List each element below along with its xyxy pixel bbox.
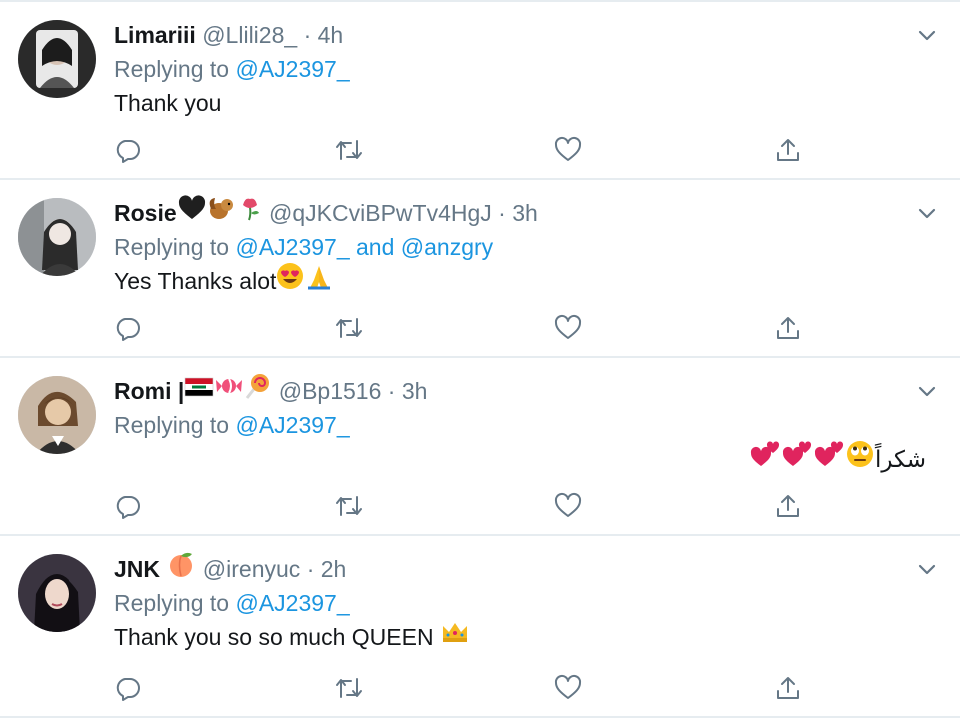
candy-emoji xyxy=(214,373,244,408)
retweet-icon[interactable] xyxy=(334,136,364,166)
tweet-actions xyxy=(114,314,814,344)
separator-dot: · xyxy=(303,22,312,48)
tweet-content: JNK @irenyuc · 2h Replying to @AJ2397_ T… xyxy=(114,552,940,654)
share-icon[interactable] xyxy=(774,674,804,704)
tweet-actions xyxy=(114,492,814,522)
replying-to: Replying to @AJ2397_ xyxy=(114,586,940,620)
user-handle[interactable]: @Bp1516 xyxy=(279,378,382,404)
reply-tweet[interactable]: Romi | @Bp1516 · 3h Replying to @AJ2397_… xyxy=(0,358,960,536)
mention-link[interactable]: @AJ2397_ xyxy=(235,234,349,260)
replying-to-label: Replying to xyxy=(114,590,230,616)
chevron-down-icon[interactable] xyxy=(916,380,938,402)
replying-to-label: Replying to xyxy=(114,234,230,260)
display-name[interactable]: Romi | xyxy=(114,378,184,404)
tweet-content: Limariii @Llili28_ · 4h Replying to @AJ2… xyxy=(114,18,940,120)
avatar-photo xyxy=(18,20,96,98)
like-icon[interactable] xyxy=(554,136,584,166)
reply-icon[interactable] xyxy=(114,314,144,344)
like-icon[interactable] xyxy=(554,314,584,344)
replies-feed: Limariii @Llili28_ · 4h Replying to @AJ2… xyxy=(0,0,960,718)
crown-emoji xyxy=(440,619,470,654)
display-name[interactable]: Rosie xyxy=(114,200,177,226)
avatar[interactable] xyxy=(18,20,96,98)
display-name[interactable]: JNK xyxy=(114,556,160,582)
tweet-actions xyxy=(114,136,814,166)
mention-link[interactable]: @AJ2397_ xyxy=(235,56,349,82)
two-hearts-emoji xyxy=(781,440,813,477)
avatar-photo xyxy=(18,376,96,454)
tweet-text: Thank you xyxy=(114,90,222,116)
avatar[interactable] xyxy=(18,376,96,454)
iraq-flag-emoji xyxy=(184,374,214,408)
reply-icon[interactable] xyxy=(114,674,144,704)
avatar-photo xyxy=(18,198,96,276)
tweet-header: Limariii @Llili28_ · 4h xyxy=(114,18,940,52)
reply-tweet[interactable]: JNK @irenyuc · 2h Replying to @AJ2397_ T… xyxy=(0,536,960,718)
mention-joiner: and xyxy=(356,234,395,260)
tweet-text-body: شكراً xyxy=(874,446,926,472)
tweet-text: Yes Thanks alot xyxy=(114,262,940,299)
timestamp[interactable]: 3h xyxy=(512,200,538,226)
tweet-text: Thank you so so much QUEEN xyxy=(114,620,940,654)
reply-tweet[interactable]: Limariii @Llili28_ · 4h Replying to @AJ2… xyxy=(0,2,960,180)
reply-tweet[interactable]: Rosie @qJKCviBPwTv4HgJ · 3h Replying to … xyxy=(0,180,960,358)
tweet-header: JNK @irenyuc · 2h xyxy=(114,552,940,586)
replying-to: Replying to @AJ2397_ xyxy=(114,408,940,442)
share-icon[interactable] xyxy=(774,136,804,166)
timestamp[interactable]: 2h xyxy=(321,556,347,582)
tweet-text-body: Thank you so so much QUEEN xyxy=(114,624,434,650)
chipmunk-emoji xyxy=(207,195,237,230)
avatar[interactable] xyxy=(18,554,96,632)
reply-icon[interactable] xyxy=(114,492,144,522)
separator-dot: · xyxy=(306,556,315,582)
chevron-down-icon[interactable] xyxy=(916,24,938,46)
replying-to-label: Replying to xyxy=(114,412,230,438)
separator-dot: · xyxy=(498,200,506,226)
chevron-down-icon[interactable] xyxy=(916,558,938,580)
two-hearts-emoji xyxy=(813,440,845,477)
rose-emoji xyxy=(237,195,263,230)
tweet-content: Romi | @Bp1516 · 3h Replying to @AJ2397_… xyxy=(114,374,940,476)
folded-hands-emoji xyxy=(304,262,334,299)
two-hearts-emoji xyxy=(749,440,781,477)
user-handle[interactable]: @qJKCviBPwTv4HgJ xyxy=(269,200,492,226)
replying-to: Replying to @AJ2397_ and @anzgry xyxy=(114,230,940,264)
like-icon[interactable] xyxy=(554,674,584,704)
user-handle[interactable]: @Llili28_ xyxy=(202,22,297,48)
separator-dot: · xyxy=(387,378,396,404)
lollipop-emoji xyxy=(244,372,272,409)
mention-link[interactable]: @AJ2397_ xyxy=(235,412,349,438)
timestamp[interactable]: 3h xyxy=(402,378,428,404)
chevron-down-icon[interactable] xyxy=(916,202,938,224)
avatar[interactable] xyxy=(18,198,96,276)
heart-eyes-emoji xyxy=(276,262,304,299)
replying-to: Replying to @AJ2397_ xyxy=(114,52,940,86)
mention-link[interactable]: @anzgry xyxy=(401,234,493,260)
peach-emoji xyxy=(166,550,196,587)
display-name[interactable]: Limariii xyxy=(114,22,196,48)
reply-icon[interactable] xyxy=(114,136,144,166)
tweet-header: Romi | @Bp1516 · 3h xyxy=(114,374,940,408)
user-handle[interactable]: @irenyuc xyxy=(203,556,301,582)
timestamp[interactable]: 4h xyxy=(318,22,344,48)
tweet-text: شكراً xyxy=(114,440,926,477)
tweet-header: Rosie @qJKCviBPwTv4HgJ · 3h xyxy=(114,195,940,230)
retweet-icon[interactable] xyxy=(334,492,364,522)
share-icon[interactable] xyxy=(774,492,804,522)
tweet-content: Rosie @qJKCviBPwTv4HgJ · 3h Replying to … xyxy=(114,195,940,299)
tweet-actions xyxy=(114,674,814,704)
share-icon[interactable] xyxy=(774,314,804,344)
like-icon[interactable] xyxy=(554,492,584,522)
retweet-icon[interactable] xyxy=(334,674,364,704)
rolling-eyes-emoji xyxy=(845,440,875,477)
tweet-text-body: Yes Thanks alot xyxy=(114,268,277,294)
avatar-photo xyxy=(18,554,96,632)
replying-to-label: Replying to xyxy=(114,56,230,82)
black-heart-emoji xyxy=(177,195,207,230)
retweet-icon[interactable] xyxy=(334,314,364,344)
mention-link[interactable]: @AJ2397_ xyxy=(235,590,349,616)
